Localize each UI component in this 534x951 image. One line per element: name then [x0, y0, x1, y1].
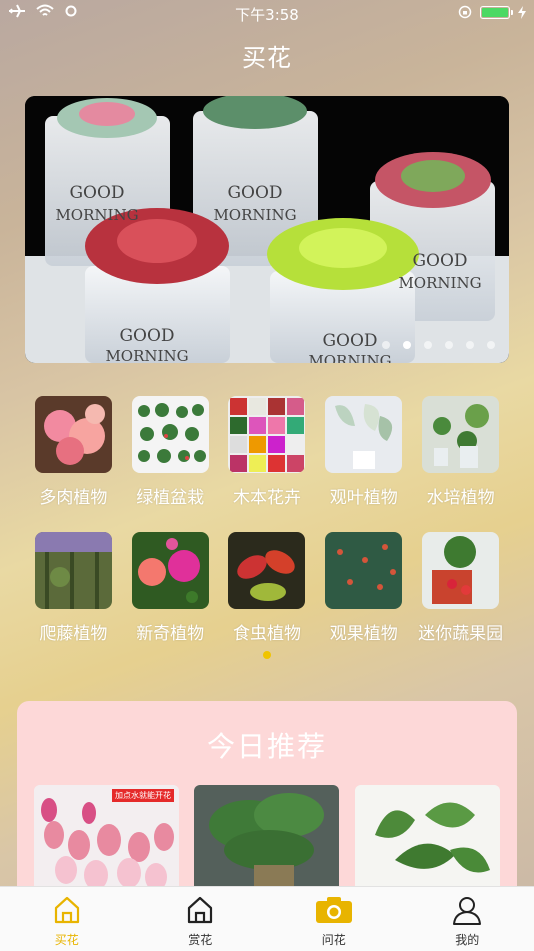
- category-label: 食虫植物: [233, 619, 301, 644]
- category-label: 观叶植物: [330, 483, 398, 508]
- category-hydroponic[interactable]: 水培植物: [412, 396, 509, 532]
- recommend-title: 今日推荐: [17, 725, 517, 765]
- category-label: 水培植物: [427, 483, 495, 508]
- hydroponic-image: [422, 396, 499, 473]
- category-mini-garden[interactable]: 迷你蔬果园: [412, 532, 509, 668]
- pot-text: GOOD: [412, 251, 467, 271]
- pot-text: MORNING: [213, 206, 296, 224]
- category-green-plants[interactable]: 绿植盆栽: [122, 396, 219, 532]
- camera-icon: [315, 895, 353, 925]
- philodendron-image: [355, 785, 500, 895]
- category-carnivorous[interactable]: 食虫植物: [219, 532, 316, 668]
- category-succulents[interactable]: 多肉植物: [25, 396, 122, 532]
- tab-mine[interactable]: 我的: [401, 887, 534, 951]
- category-label: 迷你蔬果园: [418, 619, 503, 644]
- category-woody-flowers[interactable]: 木本花卉: [219, 396, 316, 532]
- tab-ask-flowers[interactable]: 问花: [267, 887, 401, 951]
- pot-text: GOOD: [69, 183, 124, 203]
- category-label: 新奇植物: [136, 619, 204, 644]
- banner-carousel[interactable]: GOOD MORNING GOOD MORNING GOOD MORNING G…: [25, 96, 509, 363]
- recommend-card-tulips[interactable]: 加点水就能开花: [34, 785, 179, 895]
- pot-text: MORNING: [105, 347, 188, 363]
- carousel-dot[interactable]: [487, 341, 495, 349]
- person-icon: [452, 895, 482, 925]
- category-label: 木本花卉: [233, 483, 301, 508]
- status-time: 下午3:58: [0, 4, 534, 25]
- recommend-card-philodendron[interactable]: [355, 785, 500, 895]
- pot-text: GOOD: [322, 331, 377, 351]
- orientation-lock-icon: [458, 5, 472, 19]
- category-label: 多肉植物: [39, 483, 107, 508]
- woody-flowers-image: [228, 396, 305, 473]
- page-title: 买花: [0, 38, 534, 73]
- carousel-dot[interactable]: [466, 341, 474, 349]
- category-climbing-plants[interactable]: 爬藤植物: [25, 532, 122, 668]
- carousel-dot[interactable]: [445, 341, 453, 349]
- fruit-plants-image: [325, 532, 402, 609]
- foliage-plants-image: [325, 396, 402, 473]
- tab-label: 问花: [322, 931, 346, 948]
- tab-admire-flowers[interactable]: 赏花: [134, 887, 268, 951]
- category-page-indicator[interactable]: [263, 651, 271, 659]
- recommend-card-asparagus-fern[interactable]: [194, 785, 339, 895]
- battery-indicator: [480, 6, 510, 19]
- carousel-dot-active[interactable]: [403, 341, 411, 349]
- asparagus-fern-image: [194, 785, 339, 895]
- pot-text: MORNING: [308, 352, 391, 363]
- carousel-dot[interactable]: [382, 341, 390, 349]
- tab-label: 赏花: [188, 931, 212, 948]
- pot-text: MORNING: [55, 206, 138, 224]
- category-label: 观果植物: [330, 619, 398, 644]
- status-bar: 下午3:58: [0, 0, 534, 28]
- recommend-tag: 加点水就能开花: [112, 789, 174, 802]
- novelty-plants-image: [132, 532, 209, 609]
- home-outline-icon: [185, 895, 215, 925]
- tab-buy-flowers[interactable]: 买花: [0, 887, 134, 951]
- tab-bar: 买花 赏花 问花 我的: [0, 886, 534, 951]
- mini-garden-image: [422, 532, 499, 609]
- carousel-dot[interactable]: [424, 341, 432, 349]
- tab-label: 我的: [455, 931, 479, 948]
- category-label: 爬藤植物: [39, 619, 107, 644]
- pot-text: GOOD: [227, 183, 282, 203]
- climbing-plants-image: [35, 532, 112, 609]
- category-label: 绿植盆栽: [136, 483, 204, 508]
- carnivorous-image: [228, 532, 305, 609]
- category-foliage-plants[interactable]: 观叶植物: [315, 396, 412, 532]
- charging-icon: [518, 6, 526, 19]
- pot-text: MORNING: [398, 274, 481, 292]
- succulents-image: [35, 396, 112, 473]
- home-icon: [52, 895, 82, 925]
- carousel-dots[interactable]: [382, 341, 495, 349]
- pot-text: GOOD: [119, 326, 174, 346]
- category-grid: 多肉植物 绿植盆栽 木本花卉 观叶植物 水培植物 爬藤植物 新奇植物: [25, 396, 509, 668]
- banner-image: GOOD MORNING GOOD MORNING GOOD MORNING G…: [25, 96, 509, 363]
- tab-label: 买花: [55, 931, 79, 948]
- category-novelty-plants[interactable]: 新奇植物: [122, 532, 219, 668]
- green-plants-image: [132, 396, 209, 473]
- category-fruit-plants[interactable]: 观果植物: [315, 532, 412, 668]
